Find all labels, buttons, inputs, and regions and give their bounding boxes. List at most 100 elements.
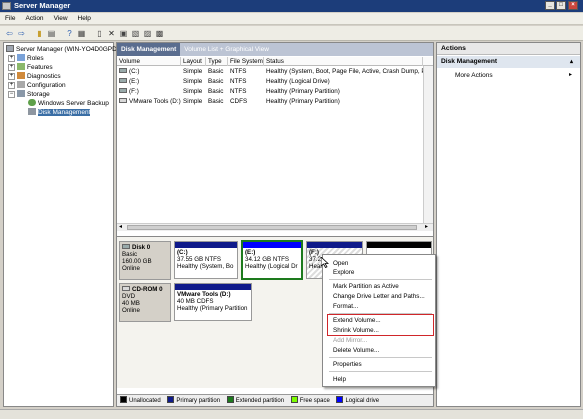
disk-name: CD-ROM 0 <box>132 286 163 293</box>
refresh-icon[interactable]: ▯ <box>94 28 105 39</box>
menu-bar: File Action View Help <box>0 13 583 25</box>
volume-list-horizontal-scrollbar[interactable]: ◂ ▸ <box>117 223 433 231</box>
cd-drive-icon <box>119 98 127 103</box>
volume-name: (C:) <box>117 67 181 77</box>
view-icon[interactable]: ▩ <box>154 28 165 39</box>
expand-roles-button[interactable]: + <box>8 55 15 62</box>
volume-layout: Simple <box>183 78 203 85</box>
drive-icon <box>119 88 127 93</box>
submenu-arrow-icon[interactable]: ▸ <box>569 71 572 80</box>
collapse-arrow-icon[interactable]: ▴ <box>570 56 573 68</box>
status-bar <box>0 409 583 419</box>
partition-label: (E:) <box>245 249 256 256</box>
tree-item-roles[interactable]: Roles <box>17 54 44 63</box>
pane-subtitle: Volume List + Graphical View <box>184 46 269 53</box>
menu-item-open[interactable]: Open <box>333 259 348 268</box>
volume-type: Basic <box>208 78 224 85</box>
more-actions-link[interactable]: More Actions <box>455 71 493 80</box>
properties-icon[interactable]: ▦ <box>76 28 87 39</box>
menu-view[interactable]: View <box>49 13 73 25</box>
tree-item-features[interactable]: Features <box>17 63 53 72</box>
menu-item-properties[interactable]: Properties <box>333 360 362 369</box>
scroll-right-arrow-icon[interactable]: ▸ <box>425 224 428 231</box>
scroll-thumb[interactable] <box>127 225 417 230</box>
partition-status: Healthy (Logical Dr <box>245 263 298 270</box>
tree-item-server-manager[interactable]: Server Manager (WIN-YO4D0GPDU <box>6 45 121 54</box>
expand-diagnostics-button[interactable]: + <box>8 73 15 80</box>
tree-item-windows-server-backup[interactable]: Windows Server Backup <box>28 99 109 108</box>
partition-e[interactable]: (E:) 34.12 GB NTFS Healthy (Logical Dr <box>241 240 303 280</box>
menu-file[interactable]: File <box>0 13 20 25</box>
check-disk-icon[interactable]: ▣ <box>118 28 129 39</box>
toolbar: ⇦ ⇨ ▮ ▤ ? ▦ ▯ ✕ ▣ ▧ ▨ ▩ <box>0 26 583 41</box>
legend-logical: Logical drive <box>345 398 380 404</box>
menu-item-mark-active[interactable]: Mark Partition as Active <box>333 282 399 291</box>
open-icon[interactable]: ▧ <box>130 28 141 39</box>
server-manager-icon <box>2 2 11 10</box>
highlight-box <box>327 314 434 336</box>
legend-swatch-logical <box>336 396 344 403</box>
partition-c[interactable]: (C:) 37.55 GB NTFS Healthy (System, Bo <box>174 241 238 279</box>
tree-item-diagnostics[interactable]: Diagnostics <box>17 72 61 81</box>
actions-section-disk-management[interactable]: Disk Management ▴ <box>437 56 580 68</box>
partition-label: (F:) <box>309 249 319 256</box>
volume-status: Healthy (Logical Drive) <box>266 78 330 85</box>
diagnostics-icon <box>17 72 25 79</box>
partition-label: (C:) <box>177 249 188 256</box>
menu-item-format[interactable]: Format... <box>333 302 358 311</box>
actions-header: Actions <box>437 43 580 55</box>
pane-header: Disk Management Volume List + Graphical V… <box>117 43 433 56</box>
tree-item-disk-management[interactable]: Disk Management <box>28 108 91 117</box>
volume-row[interactable]: (E:) Simple Basic NTFS Healthy (Logical … <box>117 77 433 87</box>
minimize-button[interactable]: _ <box>545 1 555 10</box>
column-status[interactable]: Status <box>264 57 423 66</box>
partition-status: Healthy (System, Bo <box>177 263 234 270</box>
menu-item-help[interactable]: Help <box>333 375 346 384</box>
tree-item-configuration[interactable]: Configuration <box>17 81 66 90</box>
legend-free: Free space <box>299 398 330 404</box>
column-volume[interactable]: Volume <box>117 57 181 66</box>
tree-item-storage[interactable]: Storage <box>17 90 50 99</box>
legend-primary: Primary partition <box>176 398 221 404</box>
menu-item-change-drive-letter[interactable]: Change Drive Letter and Paths... <box>333 292 425 301</box>
legend-swatch-unallocated <box>120 396 127 403</box>
column-layout[interactable]: Layout <box>181 57 206 66</box>
expand-features-button[interactable]: + <box>8 64 15 71</box>
pane-title: Disk Management <box>117 43 181 56</box>
show-hide-tree-icon[interactable]: ▤ <box>46 28 57 39</box>
partition-size: 34.12 GB NTFS <box>245 256 290 263</box>
volume-row[interactable]: (F:) Simple Basic NTFS Healthy (Primary … <box>117 87 433 97</box>
up-folder-icon[interactable]: ▮ <box>34 28 45 39</box>
delete-icon[interactable]: ✕ <box>106 28 117 39</box>
maximize-button[interactable]: □ <box>556 1 566 10</box>
collapse-storage-button[interactable]: − <box>8 91 15 98</box>
help-icon[interactable]: ? <box>64 28 75 39</box>
partition-status: Healthy (Primary Partition <box>177 305 248 312</box>
volume-row[interactable]: VMware Tools (D:) Simple Basic CDFS Heal… <box>117 97 433 107</box>
volume-layout: Simple <box>183 68 203 75</box>
volume-layout: Simple <box>183 88 203 95</box>
column-type[interactable]: Type <box>206 57 228 66</box>
forward-arrow-icon[interactable]: ⇨ <box>16 28 27 39</box>
close-button[interactable]: × <box>568 1 578 10</box>
volume-row[interactable]: (C:) Simple Basic NTFS Healthy (System, … <box>117 67 433 77</box>
cdrom-0-label[interactable]: CD-ROM 0 DVD 40 MB Online <box>119 283 171 322</box>
save-icon[interactable]: ▨ <box>142 28 153 39</box>
volume-name: (F:) <box>117 87 181 97</box>
legend-swatch-extended <box>226 396 234 403</box>
menu-action[interactable]: Action <box>20 13 48 25</box>
column-file-system[interactable]: File System <box>228 57 264 66</box>
menu-item-delete-volume[interactable]: Delete Volume... <box>333 346 379 355</box>
partition-vmware-tools[interactable]: VMware Tools (D:) 40 MB CDFS Healthy (Prim… <box>174 283 252 321</box>
expand-configuration-button[interactable]: + <box>8 82 15 89</box>
menu-help[interactable]: Help <box>73 13 96 25</box>
backup-icon <box>28 99 36 106</box>
volume-list-vertical-scrollbar[interactable] <box>423 66 433 223</box>
unallocated-bar <box>367 242 431 248</box>
features-icon <box>17 63 25 70</box>
back-arrow-icon[interactable]: ⇦ <box>4 28 15 39</box>
menu-item-explore[interactable]: Explore <box>333 268 354 277</box>
disk-0-label[interactable]: Disk 0 Basic 160.00 GB Online <box>119 241 171 280</box>
disk-state: Online <box>122 307 140 314</box>
scroll-left-arrow-icon[interactable]: ◂ <box>119 224 122 231</box>
